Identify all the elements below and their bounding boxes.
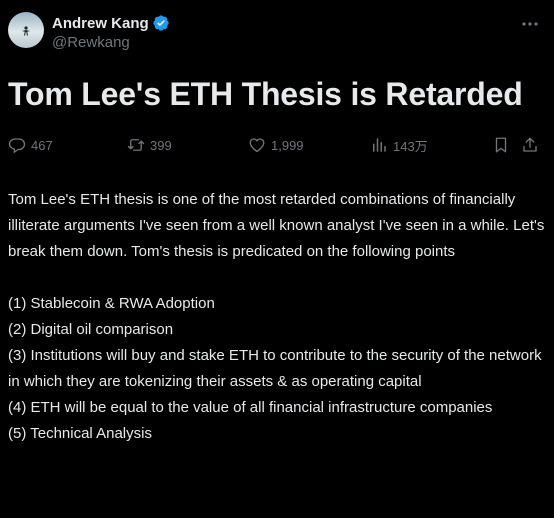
bookmark-icon — [495, 137, 507, 153]
verified-badge-icon — [153, 15, 169, 31]
more-icon[interactable] — [520, 14, 540, 34]
reply-icon — [8, 138, 26, 154]
author-handle[interactable]: @Rewkang — [52, 34, 130, 51]
repost-button[interactable]: 399 — [127, 133, 172, 157]
share-button[interactable] — [521, 133, 539, 157]
thesis-point-2: (2) Digital oil comparison — [8, 321, 174, 338]
bookmark-button[interactable] — [492, 133, 510, 157]
reply-count: 467 — [31, 137, 53, 153]
repost-count: 399 — [150, 137, 172, 153]
avatar[interactable] — [8, 12, 44, 48]
reply-button[interactable]: 467 — [8, 133, 53, 157]
thesis-point-4: (4) ETH will be equal to the value of al… — [8, 399, 493, 416]
like-icon — [249, 138, 265, 153]
post-body: Tom Lee's ETH thesis is one of the most … — [8, 187, 546, 447]
views-button[interactable]: 143万 — [370, 133, 428, 157]
avatar-figure-icon — [22, 26, 30, 36]
author-name[interactable]: Andrew Kang — [52, 15, 149, 32]
author-name-row: Andrew Kang — [52, 14, 170, 32]
thesis-point-1: (1) Stablecoin & RWA Adoption — [8, 295, 215, 312]
post-title: Tom Lee's ETH Thesis is Retarded — [8, 76, 523, 112]
thesis-point-3: (3) Institutions will buy and stake ETH … — [8, 347, 542, 390]
views-count: 143万 — [393, 138, 428, 154]
thesis-point-5: (5) Technical Analysis — [8, 425, 152, 442]
action-bar: 467 399 1,999 143万 — [0, 133, 554, 157]
like-count: 1,999 — [271, 137, 304, 153]
views-icon — [373, 138, 386, 152]
share-icon — [523, 137, 537, 152]
repost-icon — [127, 139, 145, 151]
post-body-intro: Tom Lee's ETH thesis is one of the most … — [8, 191, 545, 260]
like-button[interactable]: 1,999 — [248, 133, 304, 157]
post-header: Andrew Kang @Rewkang — [8, 12, 546, 52]
